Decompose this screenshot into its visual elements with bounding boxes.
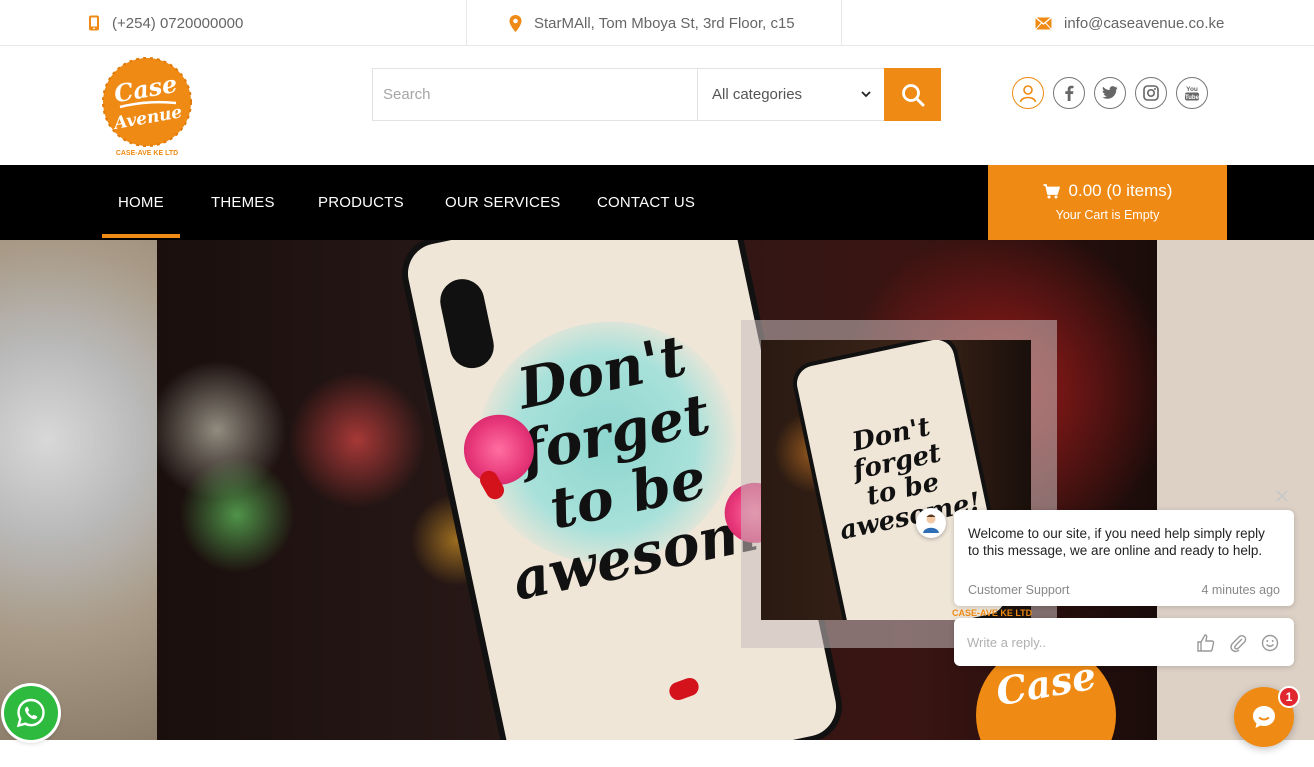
attach-file-button[interactable] <box>1228 633 1248 653</box>
shopping-cart-icon <box>1043 183 1060 198</box>
category-select[interactable]: All categories <box>697 69 885 120</box>
thumbs-up-button[interactable] <box>1196 633 1216 653</box>
nav-item-products[interactable]: PRODUCTS <box>318 165 404 240</box>
site-header: Case Avenue CASE-AVE KE LTD All categori… <box>0 47 1314 165</box>
facebook-icon <box>1065 85 1074 101</box>
search-input[interactable] <box>373 69 697 120</box>
agent-avatar <box>916 508 946 538</box>
divider <box>466 0 467 46</box>
thumbs-up-icon <box>1197 634 1215 652</box>
chat-reply-box <box>954 618 1294 666</box>
contact-address[interactable]: StarMAll, Tom Mboya St, 3rd Floor, c15 <box>509 0 795 46</box>
emoji-button[interactable] <box>1260 633 1280 653</box>
brand-label: CASE-AVE KE LTD <box>952 608 1033 618</box>
cart-status: Your Cart is Empty <box>1055 208 1160 222</box>
search-bar: All categories <box>372 68 941 121</box>
chat-close-button[interactable] <box>1274 488 1290 504</box>
nav-item-home[interactable]: HOME <box>102 165 180 240</box>
person-icon <box>923 514 939 533</box>
facebook-link[interactable] <box>1053 77 1085 109</box>
contact-email[interactable]: info@caseavenue.co.ke <box>1035 0 1224 46</box>
hero-side-image <box>0 240 157 740</box>
envelope-icon <box>1035 16 1052 30</box>
social-links: You Tube <box>1012 77 1208 109</box>
phone-camera <box>436 274 498 373</box>
contact-phone[interactable]: (+254) 0720000000 <box>88 0 243 46</box>
cart-button[interactable]: 0.00 (0 items) Your Cart is Empty <box>988 165 1227 240</box>
svg-text:CASE-AVE KE LTD: CASE-AVE KE LTD <box>116 150 178 157</box>
case-avenue-logo-icon: Case Avenue CASE-AVE KE LTD <box>102 57 192 157</box>
mobile-phone-icon <box>89 15 99 31</box>
user-icon <box>1019 85 1037 103</box>
nav-label: OUR SERVICES <box>445 194 561 211</box>
nav-label: HOME <box>118 194 164 211</box>
smiley-icon <box>1261 634 1279 652</box>
youtube-icon: You Tube <box>1185 86 1200 101</box>
nav-label: CONTACT US <box>597 194 696 211</box>
chat-sender: Customer Support <box>968 583 1070 597</box>
whatsapp-icon <box>16 698 45 728</box>
search-button[interactable] <box>884 68 941 121</box>
chevron-down-icon <box>861 91 871 98</box>
close-icon <box>1276 490 1288 502</box>
chat-message-text: Welcome to our site, if you need help si… <box>968 526 1265 558</box>
svg-text:You: You <box>1186 86 1198 93</box>
whatsapp-button[interactable] <box>4 686 58 740</box>
youtube-link[interactable]: You Tube <box>1176 77 1208 109</box>
svg-text:Tube: Tube <box>1185 95 1200 101</box>
address-text: StarMAll, Tom Mboya St, 3rd Floor, c15 <box>534 14 795 32</box>
phone-number: (+254) 0720000000 <box>112 14 244 32</box>
twitter-link[interactable] <box>1094 77 1126 109</box>
main-navigation: HOME THEMES PRODUCTS OUR SERVICES CONTAC… <box>0 165 1314 240</box>
site-logo[interactable]: Case Avenue CASE-AVE KE LTD <box>102 57 194 157</box>
search-icon <box>901 83 924 106</box>
account-button[interactable] <box>1012 77 1044 109</box>
paperclip-icon <box>1230 634 1247 653</box>
chat-message-bubble[interactable]: Welcome to our site, if you need help si… <box>954 510 1294 606</box>
instagram-icon <box>1143 85 1159 101</box>
category-selected: All categories <box>712 86 803 103</box>
email-text: info@caseavenue.co.ke <box>1064 14 1225 32</box>
twitter-icon <box>1102 86 1118 99</box>
chat-timestamp: 4 minutes ago <box>1201 583 1280 597</box>
nav-label: THEMES <box>211 194 275 211</box>
cart-amount: 0.00 (0 items) <box>1068 181 1173 200</box>
nav-item-our-services[interactable]: OUR SERVICES <box>445 165 561 240</box>
divider <box>841 0 842 46</box>
instagram-link[interactable] <box>1135 77 1167 109</box>
nav-item-contact-us[interactable]: CONTACT US <box>597 165 695 240</box>
location-pin-icon <box>509 14 522 32</box>
nav-label: PRODUCTS <box>318 194 404 211</box>
top-info-bar: (+254) 0720000000 StarMAll, Tom Mboya St… <box>0 0 1314 46</box>
chat-reply-input[interactable] <box>967 632 1177 652</box>
chat-bubble-icon <box>1253 706 1275 728</box>
nav-item-themes[interactable]: THEMES <box>211 165 275 240</box>
unread-badge: 1 <box>1278 686 1300 708</box>
